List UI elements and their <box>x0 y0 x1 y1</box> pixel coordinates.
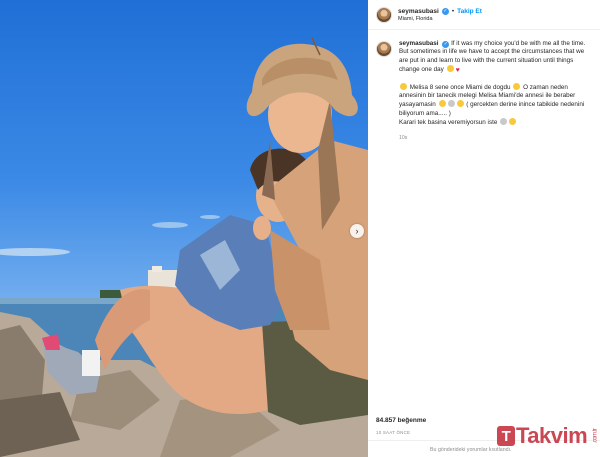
post-header: seymasubasi ✓ • Takip Et Miami, Florida <box>368 0 600 30</box>
caption-text-2a: Melisa 8 sene once Miami de dogdu <box>409 83 511 91</box>
follow-button[interactable]: Takip Et <box>457 8 482 15</box>
location-link[interactable]: Miami, Florida <box>398 16 482 22</box>
avatar[interactable] <box>376 6 392 23</box>
header-username[interactable]: seymasubasi <box>398 8 439 15</box>
post-timestamp[interactable]: 10 SAAT ÖNCE <box>376 430 410 435</box>
face-emoji-icon <box>456 100 464 108</box>
avatar[interactable] <box>376 41 392 57</box>
like-count[interactable]: 84.857 beğenme <box>376 417 426 424</box>
watermark-suffix: .com.tr <box>592 428 599 444</box>
post-side-panel: seymasubasi ✓ • Takip Et Miami, Florida … <box>368 0 600 457</box>
next-photo-button[interactable]: › <box>350 224 364 238</box>
photo-illustration <box>0 37 368 457</box>
verified-badge-icon: ✓ <box>441 7 449 15</box>
thinking-emoji-icon <box>438 100 446 108</box>
heart-emoji-icon: ♥ <box>455 67 460 75</box>
verified-badge-icon: ✓ <box>442 41 450 48</box>
caption-comment: seymasubasi ✓ If it was my choice you'd … <box>376 40 594 142</box>
watermark-text: Takvim <box>516 423 588 448</box>
separator-dot: • <box>451 7 455 15</box>
face-emoji-icon <box>500 118 508 126</box>
smile-emoji-icon <box>513 82 521 90</box>
face-emoji-icon <box>400 82 407 90</box>
crying-face-emoji-icon <box>446 65 454 73</box>
watermark-mark: T <box>497 426 515 446</box>
post-photo[interactable]: › <box>0 0 368 457</box>
takvim-watermark-logo: T Takvim .com.tr <box>497 423 600 449</box>
comment-timestamp[interactable]: 10s <box>399 134 594 142</box>
caption-text-2d: Karari tek basina veremiyorsun iste <box>399 119 498 127</box>
speech-bubble-emoji-icon <box>447 100 455 108</box>
face-emoji-icon <box>509 118 517 126</box>
caption-username[interactable]: seymasubasi <box>399 40 439 47</box>
chevron-right-icon: › <box>355 225 359 236</box>
